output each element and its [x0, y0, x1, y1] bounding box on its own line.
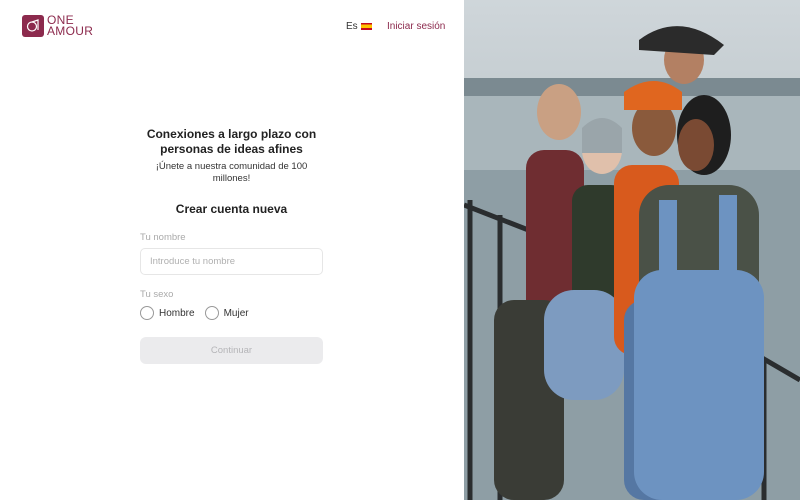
radio-female[interactable]: Mujer [204, 306, 249, 320]
headline: Conexiones a largo plazo con personas de… [146, 127, 317, 156]
radio-circle-icon[interactable] [204, 306, 219, 320]
logo-text: ONE AMOUR [47, 14, 94, 38]
signup-form: Conexiones a largo plazo con personas de… [140, 127, 323, 364]
language-selector[interactable]: Es [346, 21, 372, 32]
sex-label: Tu sexo [140, 289, 174, 300]
signup-panel: ONE AMOUR Es Iniciar sesión Conexiones a… [0, 0, 464, 500]
hero-photo [464, 0, 800, 500]
radio-male[interactable]: Hombre [140, 306, 195, 320]
group-of-friends-photo [464, 0, 800, 500]
radio-circle-icon[interactable] [140, 306, 154, 320]
name-label: Tu nombre [140, 232, 186, 243]
logo-line-2: AMOUR [47, 24, 94, 38]
logo-icon [22, 15, 44, 37]
language-label: Es [346, 21, 358, 32]
name-placeholder: Introduce tu nombre [150, 256, 236, 267]
form-title: Crear cuenta nueva [175, 202, 288, 216]
name-input[interactable]: Introduce tu nombre [140, 248, 323, 275]
logo[interactable]: ONE AMOUR [22, 14, 94, 38]
radio-male-label: Hombre [159, 307, 195, 319]
radio-female-label: Mujer [223, 307, 249, 319]
subheadline: ¡Únete a nuestra comunidad de 100 millon… [155, 161, 308, 184]
sex-radio-group: Hombre Mujer [140, 305, 323, 321]
login-link[interactable]: Iniciar sesión [387, 21, 445, 32]
continue-button[interactable]: Continuar [140, 337, 323, 364]
spain-flag-icon [360, 23, 372, 30]
